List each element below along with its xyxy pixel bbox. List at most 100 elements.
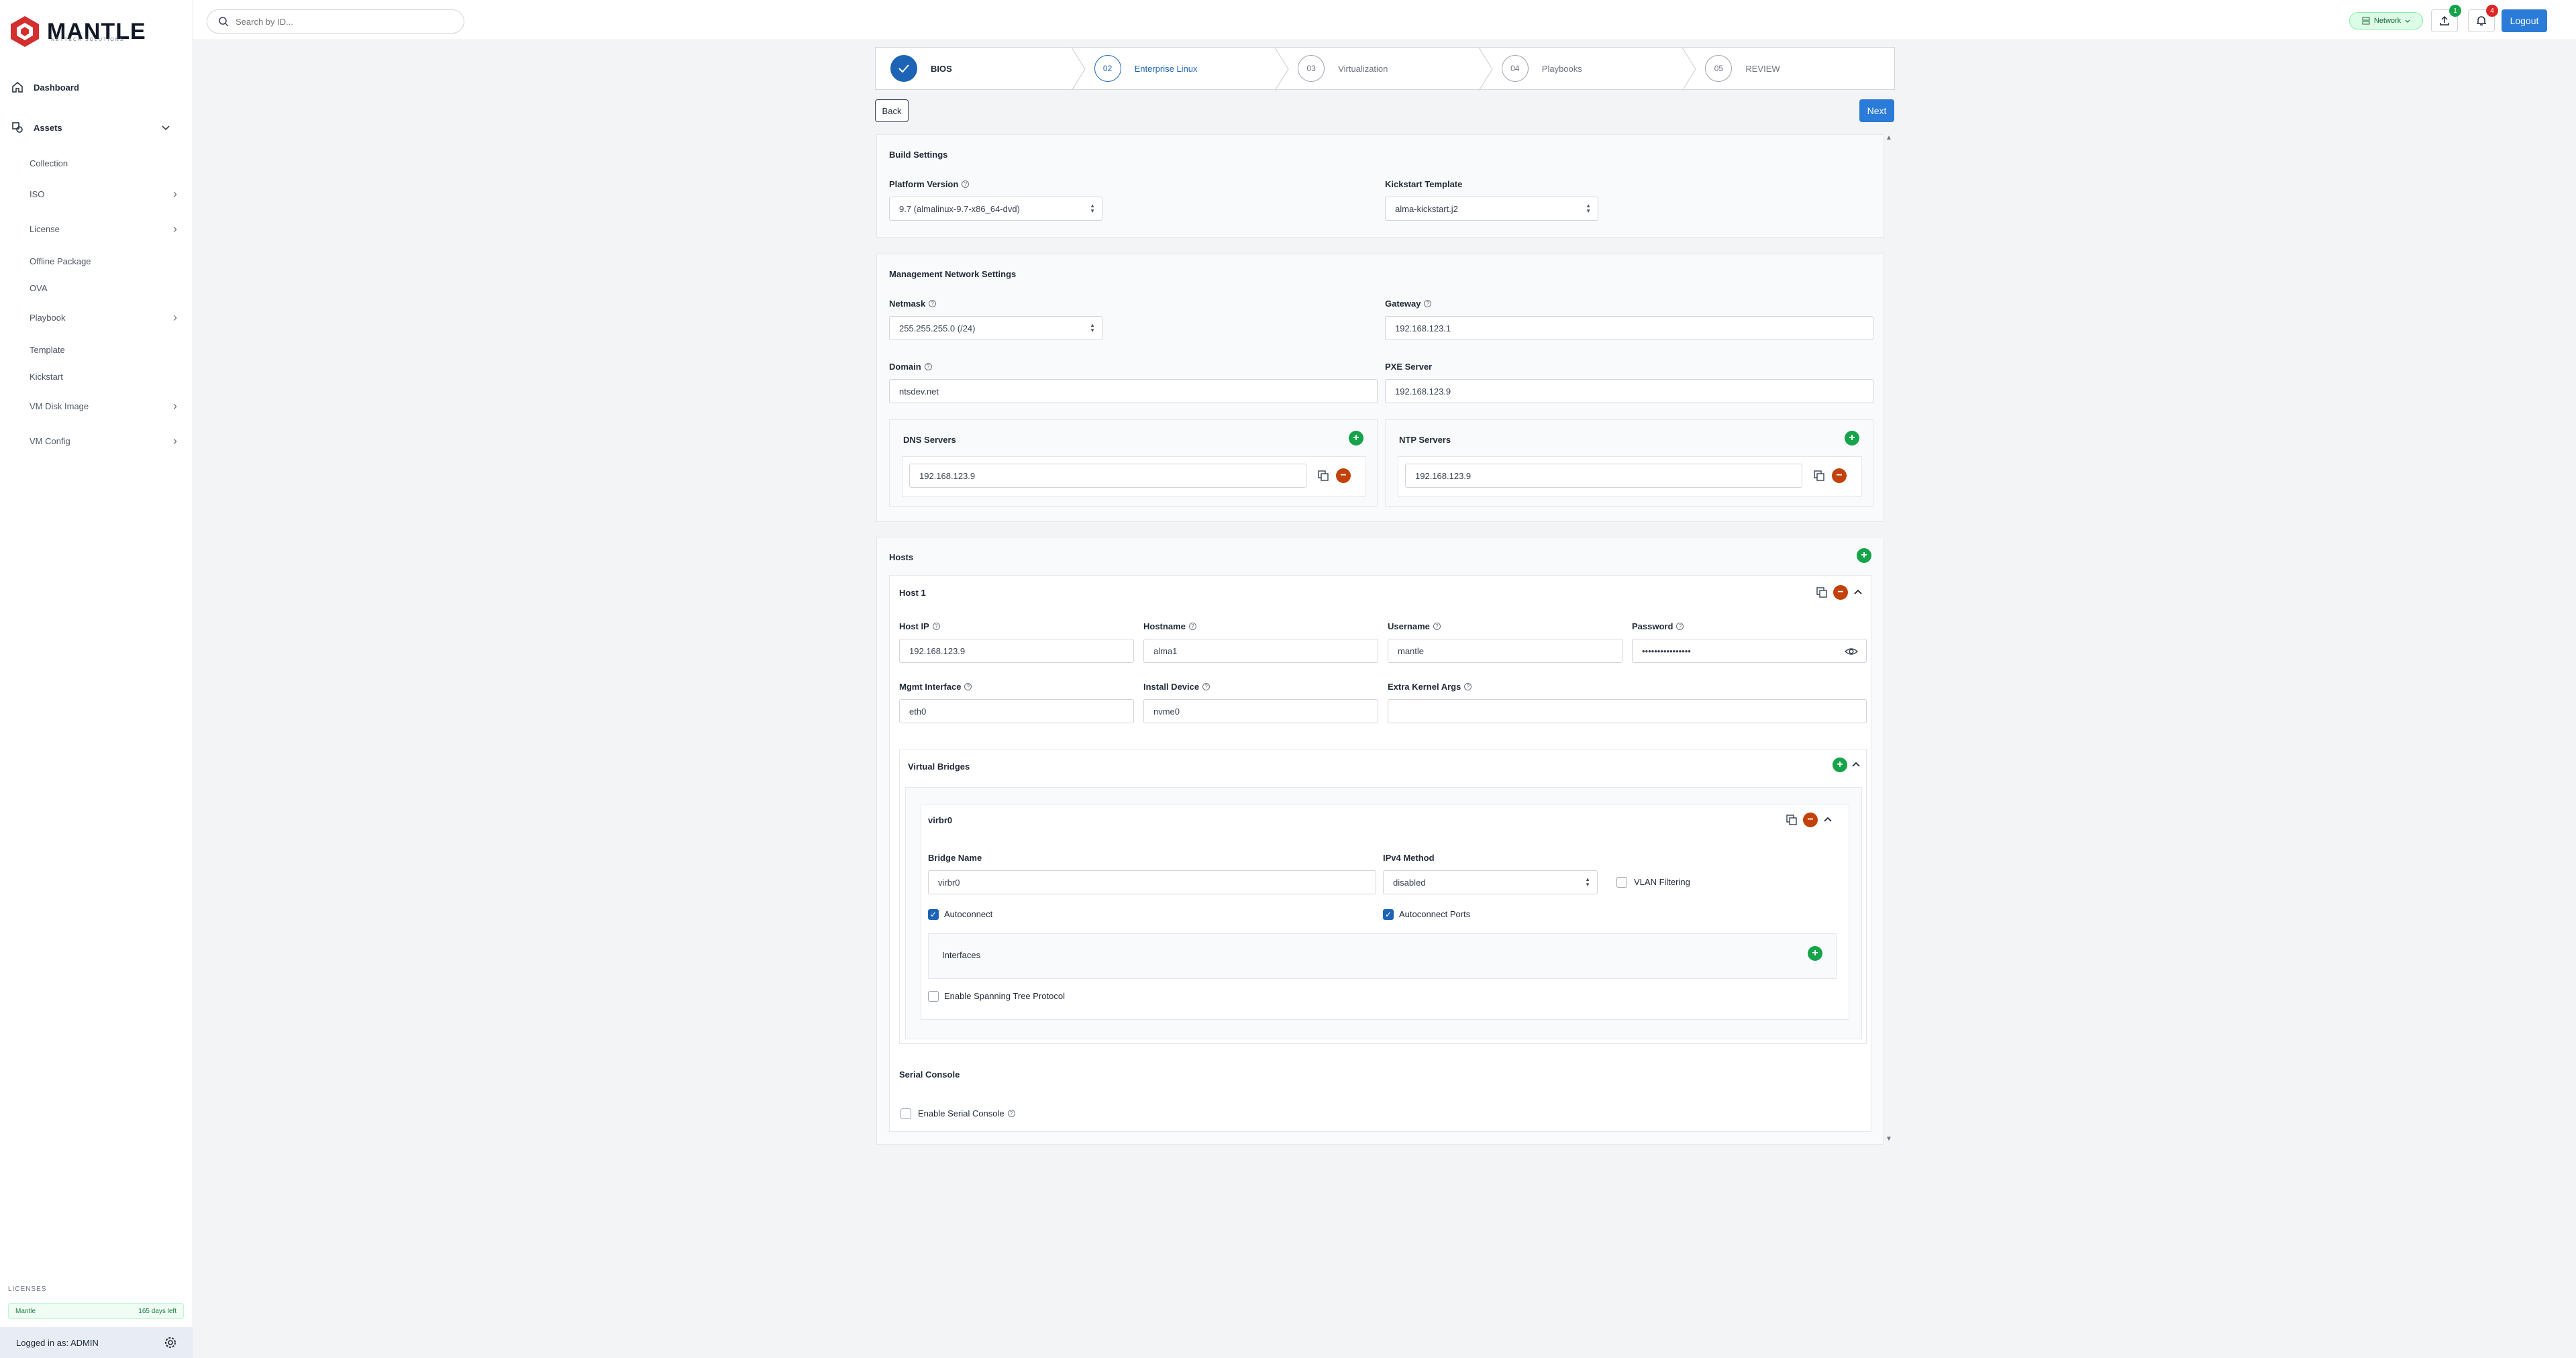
install-device-input[interactable] <box>1143 699 1378 723</box>
scroll-down-arrow-icon[interactable]: ▼ <box>1886 1135 1892 1143</box>
gateway-input[interactable] <box>1385 316 1873 340</box>
help-icon[interactable]: ? <box>1464 683 1472 690</box>
bridge-name-field[interactable] <box>938 877 1376 888</box>
mantle-logo[interactable]: MANTLE NETTECH SOLUTIONS <box>9 15 146 48</box>
eye-icon[interactable] <box>1845 646 1858 657</box>
step-2[interactable]: 02 Enterprise Linux <box>1080 48 1289 91</box>
gateway-field[interactable] <box>1395 323 1873 333</box>
sidebar-subitem-ova[interactable]: OVA <box>30 278 180 298</box>
help-icon[interactable]: ? <box>1433 623 1441 630</box>
help-icon[interactable]: ? <box>1424 300 1432 307</box>
upload-button[interactable]: 1 <box>2431 5 2461 32</box>
notifications-button[interactable]: 4 <box>2468 5 2498 32</box>
search-box[interactable] <box>207 9 464 34</box>
mgmt-interface-field[interactable] <box>909 706 1133 717</box>
step-1[interactable]: BIOS <box>876 48 1086 91</box>
vlan-filtering-checkbox[interactable] <box>1616 877 1627 888</box>
chevron-up-icon[interactable] <box>1853 588 1863 597</box>
step-3[interactable]: 03 Virtualization <box>1283 48 1493 91</box>
sidebar-subitem-playbook[interactable]: Playbook › <box>30 307 180 327</box>
ipv4-method-select[interactable]: disabled ▲ ▼ <box>1383 870 1598 894</box>
autoconnect-checkbox[interactable]: ✓ <box>928 909 939 920</box>
gear-icon[interactable] <box>164 1336 177 1349</box>
copy-icon[interactable] <box>1317 470 1329 482</box>
hostname-field[interactable] <box>1153 645 1378 656</box>
host-ip-input[interactable] <box>899 639 1134 663</box>
help-icon[interactable]: ? <box>924 363 932 370</box>
sidebar-subitem-collection[interactable]: Collection <box>30 153 180 173</box>
sidebar-subitem-template[interactable]: Template <box>30 340 180 360</box>
copy-icon[interactable] <box>1816 586 1828 598</box>
help-icon[interactable]: ? <box>1188 623 1196 630</box>
hostname-input[interactable] <box>1143 639 1378 663</box>
chevron-up-icon[interactable] <box>1851 760 1861 770</box>
add-bridge-button[interactable]: + <box>1833 758 1847 772</box>
updown-icon: ▲ ▼ <box>1586 203 1591 214</box>
copy-icon[interactable] <box>1786 814 1798 826</box>
sidebar-subitem-vm-config[interactable]: VM Config › <box>30 431 180 451</box>
pxe-server-field[interactable] <box>1395 386 1873 397</box>
mgmt-interface-input[interactable] <box>899 699 1134 723</box>
dns-server-field[interactable] <box>919 470 1306 481</box>
search-input[interactable] <box>236 16 450 27</box>
sidebar-subitem-vm-disk-image[interactable]: VM Disk Image › <box>30 396 180 416</box>
sidebar-subitem-offline-package[interactable]: Offline Package <box>30 251 180 271</box>
next-button[interactable]: Next <box>1859 99 1894 122</box>
pxe-server-input[interactable] <box>1385 379 1873 403</box>
username-field[interactable] <box>1398 645 1622 656</box>
add-ntp-server-button[interactable]: + <box>1845 431 1859 446</box>
chevron-up-icon[interactable] <box>1823 815 1833 825</box>
extra-kernel-args-input[interactable] <box>1388 699 1867 723</box>
sidebar-item-dashboard[interactable]: Dashboard <box>8 74 180 101</box>
serial-console-title: Serial Console <box>899 1069 960 1080</box>
kickstart-template-select[interactable]: alma-kickstart.j2 ▲ ▼ <box>1385 197 1598 221</box>
password-input[interactable]: •••••••••••••••• <box>1632 639 1867 663</box>
help-icon[interactable]: ? <box>929 300 937 307</box>
install-device-field[interactable] <box>1153 706 1378 717</box>
username-input[interactable] <box>1388 639 1622 663</box>
help-icon[interactable]: ? <box>1007 1110 1015 1117</box>
remove-dns-server-button[interactable]: − <box>1336 468 1351 483</box>
step-4[interactable]: 04 Playbooks <box>1487 48 1697 91</box>
ntp-server-input[interactable] <box>1405 464 1802 488</box>
sidebar-subitem-kickstart[interactable]: Kickstart <box>30 366 180 386</box>
network-status-badge[interactable]: Network <box>2349 12 2423 30</box>
autoconnect-ports-checkbox[interactable]: ✓ <box>1383 909 1394 920</box>
stp-checkbox[interactable] <box>928 991 939 1002</box>
sidebar-item-label: Playbook <box>30 312 66 323</box>
add-interface-button[interactable]: + <box>1808 946 1822 961</box>
sidebar-subitem-iso[interactable]: ISO › <box>30 184 180 204</box>
help-icon[interactable]: ? <box>1676 623 1684 630</box>
help-icon[interactable]: ? <box>964 683 972 690</box>
dns-server-input[interactable] <box>909 464 1306 488</box>
scroll-up-arrow-icon[interactable]: ▲ <box>1886 134 1892 142</box>
sidebar-subitem-license[interactable]: License › <box>30 219 180 239</box>
sidebar-item-assets[interactable]: Assets <box>8 114 180 141</box>
step-number: 03 <box>1298 55 1325 82</box>
netmask-select[interactable]: 255.255.255.0 (/24) ▲ ▼ <box>889 316 1102 340</box>
platform-version-select[interactable]: 9.7 (almalinux-9.7-x86_64-dvd) ▲ ▼ <box>889 197 1102 221</box>
remove-host-button[interactable]: − <box>1833 585 1848 600</box>
add-dns-server-button[interactable]: + <box>1349 431 1363 446</box>
help-icon[interactable]: ? <box>932 623 940 630</box>
step-number: 02 <box>1094 55 1121 82</box>
extra-kernel-args-field[interactable] <box>1398 706 1866 717</box>
host-ip-field[interactable] <box>909 645 1133 656</box>
back-button[interactable]: Back <box>875 99 909 122</box>
copy-icon[interactable] <box>1813 470 1825 482</box>
domain-input[interactable] <box>889 379 1378 403</box>
bridge-name-input[interactable] <box>928 870 1376 894</box>
select-value: 255.255.255.0 (/24) <box>899 323 976 333</box>
kickstart-template-label: Kickstart Template <box>1385 179 1462 189</box>
logout-button[interactable]: Logout <box>2502 9 2547 32</box>
remove-ntp-server-button[interactable]: − <box>1832 468 1847 483</box>
step-5[interactable]: 05 REVIEW <box>1690 48 1894 89</box>
help-icon[interactable]: ? <box>962 180 970 188</box>
add-host-button[interactable]: + <box>1857 548 1871 563</box>
remove-bridge-button[interactable]: − <box>1803 813 1818 827</box>
ntp-server-field[interactable] <box>1415 470 1802 481</box>
license-badge[interactable]: Mantle 165 days left <box>8 1303 184 1319</box>
help-icon[interactable]: ? <box>1202 683 1210 690</box>
serial-console-checkbox[interactable] <box>900 1108 911 1119</box>
domain-field[interactable] <box>899 386 1377 397</box>
